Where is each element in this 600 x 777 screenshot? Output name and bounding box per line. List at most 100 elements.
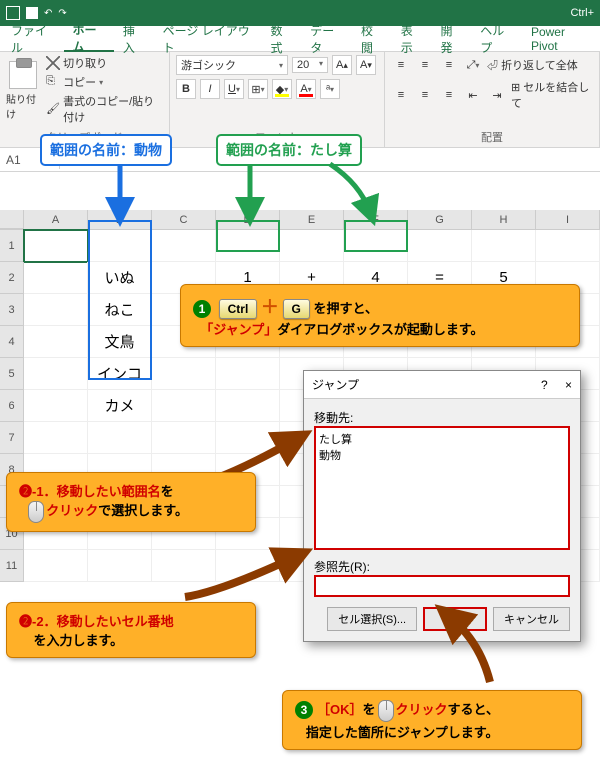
tab-help[interactable]: ヘルプ [471,26,522,52]
cell[interactable] [24,294,88,326]
cell[interactable] [88,422,152,454]
cell[interactable] [24,550,88,582]
row-header[interactable]: 3 [0,294,24,326]
key-g: G [283,299,310,319]
tab-dev[interactable]: 開発 [432,26,472,52]
tab-powerpivot[interactable]: Power Pivot [522,26,598,52]
cell[interactable] [280,230,344,262]
undo-icon[interactable]: ↶ [44,8,52,19]
scissors-icon [46,56,60,70]
special-button[interactable]: セル選択(S)... [327,607,417,631]
col-A[interactable]: A [24,210,88,229]
mouse-icon [28,501,44,523]
dialog-close-button[interactable]: × [565,378,572,392]
border-button[interactable]: ⊞▾ [248,79,268,99]
title-text: Ctrl+ [570,7,594,19]
arrow-curved-icon [430,612,510,692]
cell[interactable] [24,422,88,454]
reference-input[interactable] [314,575,570,597]
bold-button[interactable]: B [176,79,196,99]
app-icon [6,6,20,20]
redo-icon[interactable]: ↷ [58,8,66,19]
align-left-button[interactable]: ≡ [391,85,411,105]
cell[interactable] [152,358,216,390]
mouse-icon [378,700,394,722]
shrink-font-button[interactable]: A▾ [356,55,376,75]
cell[interactable] [24,390,88,422]
cell[interactable] [536,230,600,262]
dialog-titlebar: ジャンプ ? × [304,371,580,399]
row-header[interactable]: 1 [0,230,24,262]
col-H[interactable]: H [472,210,536,229]
cell[interactable] [24,230,88,262]
phonetic-button[interactable]: ᵃ▾ [320,79,340,99]
dest-label: 移動先: [314,409,570,426]
cell[interactable] [88,550,152,582]
orientation-button[interactable]: ⤢▾ [463,55,483,75]
save-icon[interactable] [26,7,38,19]
cell[interactable] [24,262,88,294]
ribbon-tabs: ファイル ホーム 挿入 ページ レイアウト 数式 データ 校閲 表示 開発 ヘル… [0,26,600,52]
list-item[interactable]: 動物 [319,447,565,463]
brush-icon: 🖌 [46,102,60,116]
cell[interactable]: カメ [88,390,152,422]
dialog-help-button[interactable]: ? [541,378,548,392]
tab-layout[interactable]: ページ レイアウト [154,26,262,52]
row-header[interactable]: 2 [0,262,24,294]
fill-color-button[interactable]: ◆▾ [272,79,292,99]
font-name-select[interactable]: 游ゴシック▾ [176,55,288,75]
paste-button[interactable]: 貼り付け [6,55,40,127]
dialog-title: ジャンプ [312,376,359,393]
underline-button[interactable]: U▾ [224,79,244,99]
indent-inc-button[interactable]: ⇥ [487,85,507,105]
align-bottom-button[interactable]: ≡ [439,55,459,75]
row-header[interactable]: 6 [0,390,24,422]
callout-step1: 1 Ctrl ＋ G を押すと、 「ジャンプ」ダイアログボックスが起動します。 [180,284,580,347]
align-top-button[interactable]: ≡ [391,55,411,75]
tab-formula[interactable]: 数式 [262,26,302,52]
row-header[interactable]: 11 [0,550,24,582]
font-color-button[interactable]: A▾ [296,79,316,99]
arrow-curved-icon [180,552,310,602]
col-I[interactable]: I [536,210,600,229]
jump-dialog: ジャンプ ? × 移動先: たし算 動物 参照先(R): セル選択(S)... … [303,370,581,642]
range-label-animals: 範囲の名前：動物 [40,134,172,166]
copy-button[interactable]: ⎘コピー▾ [46,74,163,90]
indent-dec-button[interactable]: ⇤ [463,85,483,105]
wrap-text-button[interactable]: ⏎ 折り返して全体 [487,57,578,73]
list-item[interactable]: たし算 [319,431,565,447]
row-header[interactable]: 5 [0,358,24,390]
cell[interactable] [216,358,280,390]
align-right-button[interactable]: ≡ [439,85,459,105]
col-C[interactable]: C [152,210,216,229]
cell[interactable] [24,326,88,358]
tab-home[interactable]: ホーム [64,26,114,52]
tab-file[interactable]: ファイル [2,26,64,52]
named-range-add-2 [344,220,408,252]
cell[interactable] [152,230,216,262]
format-painter-button[interactable]: 🖌書式のコピー/貼り付け [46,93,163,125]
tab-view[interactable]: 表示 [392,26,432,52]
callout-step3: 3［OK］をクリックすると、 指定した箇所にジャンプします。 [282,690,582,750]
font-size-select[interactable]: 20▾ [292,57,328,73]
col-G[interactable]: G [408,210,472,229]
range-label-addition: 範囲の名前：たし算 [216,134,362,166]
italic-button[interactable]: I [200,79,220,99]
row-header[interactable]: 4 [0,326,24,358]
tab-insert[interactable]: 挿入 [114,26,154,52]
align-center-button[interactable]: ≡ [415,85,435,105]
dest-list[interactable]: たし算 動物 [314,426,570,550]
grow-font-button[interactable]: A▴ [332,55,352,75]
cut-button[interactable]: 切り取り [46,55,163,71]
tab-data[interactable]: データ [301,26,352,52]
align-middle-button[interactable]: ≡ [415,55,435,75]
cell[interactable] [24,358,88,390]
cell[interactable] [216,390,280,422]
cell[interactable] [408,230,472,262]
tab-review[interactable]: 校閲 [352,26,392,52]
row-header[interactable]: 7 [0,422,24,454]
merge-cells-button[interactable]: ⊞ セルを結合して [511,79,593,111]
cell[interactable] [472,230,536,262]
group-label-alignment: 配置 [391,127,593,147]
cell[interactable] [152,390,216,422]
